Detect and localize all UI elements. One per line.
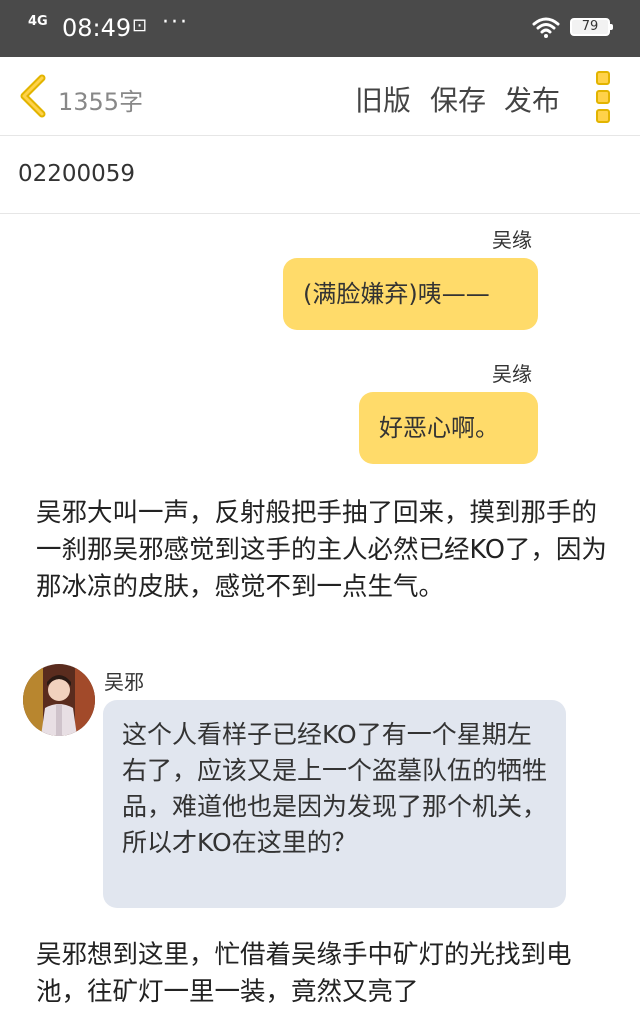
word-count: 1355字 <box>58 88 144 116</box>
wifi-icon <box>532 17 560 38</box>
save-button[interactable]: 保存 <box>430 79 486 119</box>
more-menu-icon[interactable] <box>596 71 614 123</box>
avatar-image <box>23 664 95 736</box>
notification-icon: ⊡ <box>132 15 148 36</box>
message-bubble[interactable]: 好恶心啊。 <box>359 392 538 464</box>
document-title[interactable]: 02200059 <box>18 161 135 187</box>
status-bar: 4G 08:49 ⊡ ··· 79 <box>0 0 640 57</box>
signal-indicator: 4G <box>28 14 48 29</box>
message-bubble[interactable]: (满脸嫌弃)咦—— <box>283 258 538 330</box>
battery-indicator: 79 <box>570 18 613 36</box>
more-notifications-icon: ··· <box>162 10 189 35</box>
message-bubble[interactable]: 这个人看样子已经KO了有一个星期左右了，应该又是上一个盗墓队伍的牺牲品，难道他也… <box>103 700 566 908</box>
document-title-row[interactable]: 02200059 <box>0 135 640 214</box>
old-version-button[interactable]: 旧版 <box>355 79 411 119</box>
status-time: 08:49 <box>62 14 132 42</box>
publish-button[interactable]: 发布 <box>504 79 560 119</box>
avatar[interactable] <box>23 664 95 736</box>
speaker-name: 吴缘 <box>492 228 532 252</box>
back-arrow-icon[interactable] <box>16 74 48 118</box>
narration-paragraph: 吴邪想到这里，忙借着吴缘手中矿灯的光找到电池，往矿灯一里一装，竟然又亮了 <box>36 940 572 1007</box>
speaker-name: 吴缘 <box>492 362 532 386</box>
speaker-name: 吴邪 <box>104 670 144 694</box>
editor-toolbar: 1355字 旧版 保存 发布 <box>0 57 640 136</box>
narration-paragraph: 吴邪大叫一声，反射般把手抽了回来，摸到那手的一刹那吴邪感觉到这手的主人必然已经K… <box>36 498 607 602</box>
